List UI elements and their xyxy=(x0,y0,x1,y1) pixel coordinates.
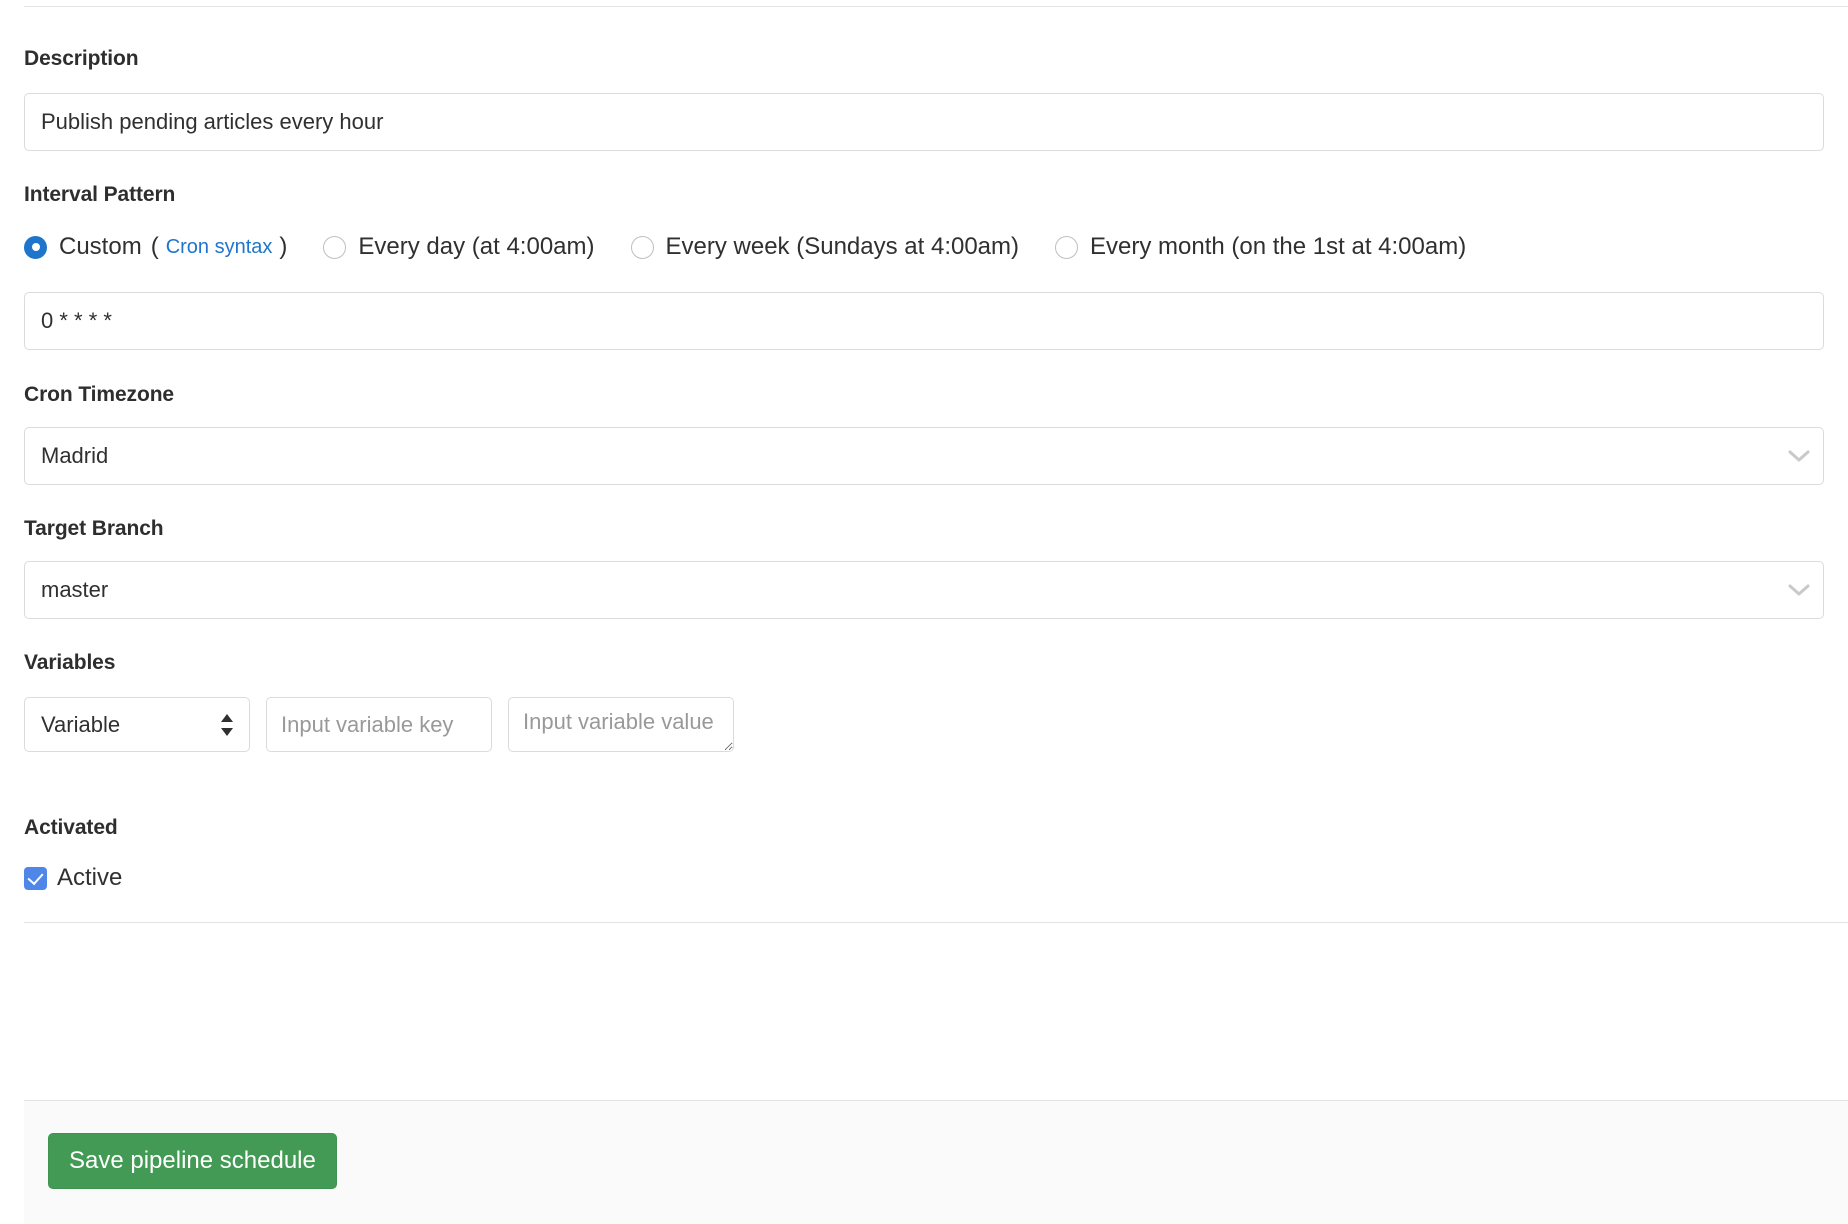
description-input-wrap xyxy=(0,93,1848,151)
radio-every-day-indicator[interactable] xyxy=(323,235,347,259)
radio-option-every-week[interactable]: Every week (Sundays at 4:00am) xyxy=(630,233,1020,260)
variable-type-value: Variable xyxy=(41,711,121,737)
description-input[interactable] xyxy=(24,93,1824,151)
variables-group: Variables xyxy=(0,652,139,673)
cron-timezone-select[interactable]: Madrid xyxy=(24,427,1824,485)
checkbox-checked-icon[interactable] xyxy=(24,866,47,890)
radio-option-every-month[interactable]: Every month (on the 1st at 4:00am) xyxy=(1055,235,1466,259)
target-branch-select[interactable]: master xyxy=(24,561,1824,619)
active-checkbox-wrap[interactable]: Active xyxy=(24,866,122,890)
radio-every-month-label: Every month (on the 1st at 4:00am) xyxy=(1090,233,1467,260)
variable-key-input[interactable] xyxy=(266,697,492,752)
radio-every-day-label: Every day (at 4:00am) xyxy=(358,233,595,260)
cron-expression-input[interactable] xyxy=(24,292,1824,350)
form-footer: Save pipeline schedule xyxy=(24,1100,1848,1224)
activated-label: Activated xyxy=(24,816,118,839)
radio-every-month-indicator[interactable] xyxy=(1055,235,1079,259)
description-field-group: Description xyxy=(0,48,162,69)
radio-option-every-day[interactable]: Every day (at 4:00am) xyxy=(323,233,595,260)
cron-paren-open: ( xyxy=(150,233,159,260)
variable-value-textarea[interactable] xyxy=(508,697,734,752)
variables-label: Variables xyxy=(24,651,116,674)
radio-custom-label: Custom xyxy=(59,233,142,260)
target-branch-group: Target Branch xyxy=(0,518,188,539)
variable-type-select[interactable]: Variable xyxy=(24,697,250,752)
target-branch-value: master xyxy=(41,577,109,602)
active-checkbox-row: Active xyxy=(0,866,146,890)
cron-timezone-label: Cron Timezone xyxy=(24,383,174,406)
interval-pattern-group: Interval Pattern xyxy=(0,184,199,205)
top-divider xyxy=(24,6,1848,7)
active-checkbox-label: Active xyxy=(57,864,123,891)
target-branch-label: Target Branch xyxy=(24,517,164,540)
target-branch-select-wrap: master xyxy=(0,561,1848,619)
save-pipeline-schedule-button[interactable]: Save pipeline schedule xyxy=(48,1133,337,1189)
description-label: Description xyxy=(24,47,139,70)
cron-timezone-value: Madrid xyxy=(41,443,109,468)
cron-timezone-select-wrap: Madrid xyxy=(0,427,1848,485)
cron-paren-close: ) xyxy=(279,233,288,260)
variables-divider xyxy=(24,922,1848,923)
radio-every-week-indicator[interactable] xyxy=(630,235,654,259)
cron-input-wrap xyxy=(0,292,1848,350)
cron-syntax-link[interactable]: Cron syntax xyxy=(166,236,273,259)
radio-custom-indicator[interactable] xyxy=(24,235,47,259)
interval-pattern-label: Interval Pattern xyxy=(24,183,176,206)
radio-every-week-label: Every week (Sundays at 4:00am) xyxy=(665,233,1020,260)
variables-row: Variable xyxy=(0,697,758,752)
radio-option-custom[interactable]: Custom ( Cron syntax ) xyxy=(24,233,287,261)
cron-timezone-group: Cron Timezone xyxy=(0,384,198,405)
interval-pattern-radios: Custom ( Cron syntax ) Every day (at 4:0… xyxy=(0,233,1526,261)
activated-group: Activated xyxy=(0,817,142,838)
